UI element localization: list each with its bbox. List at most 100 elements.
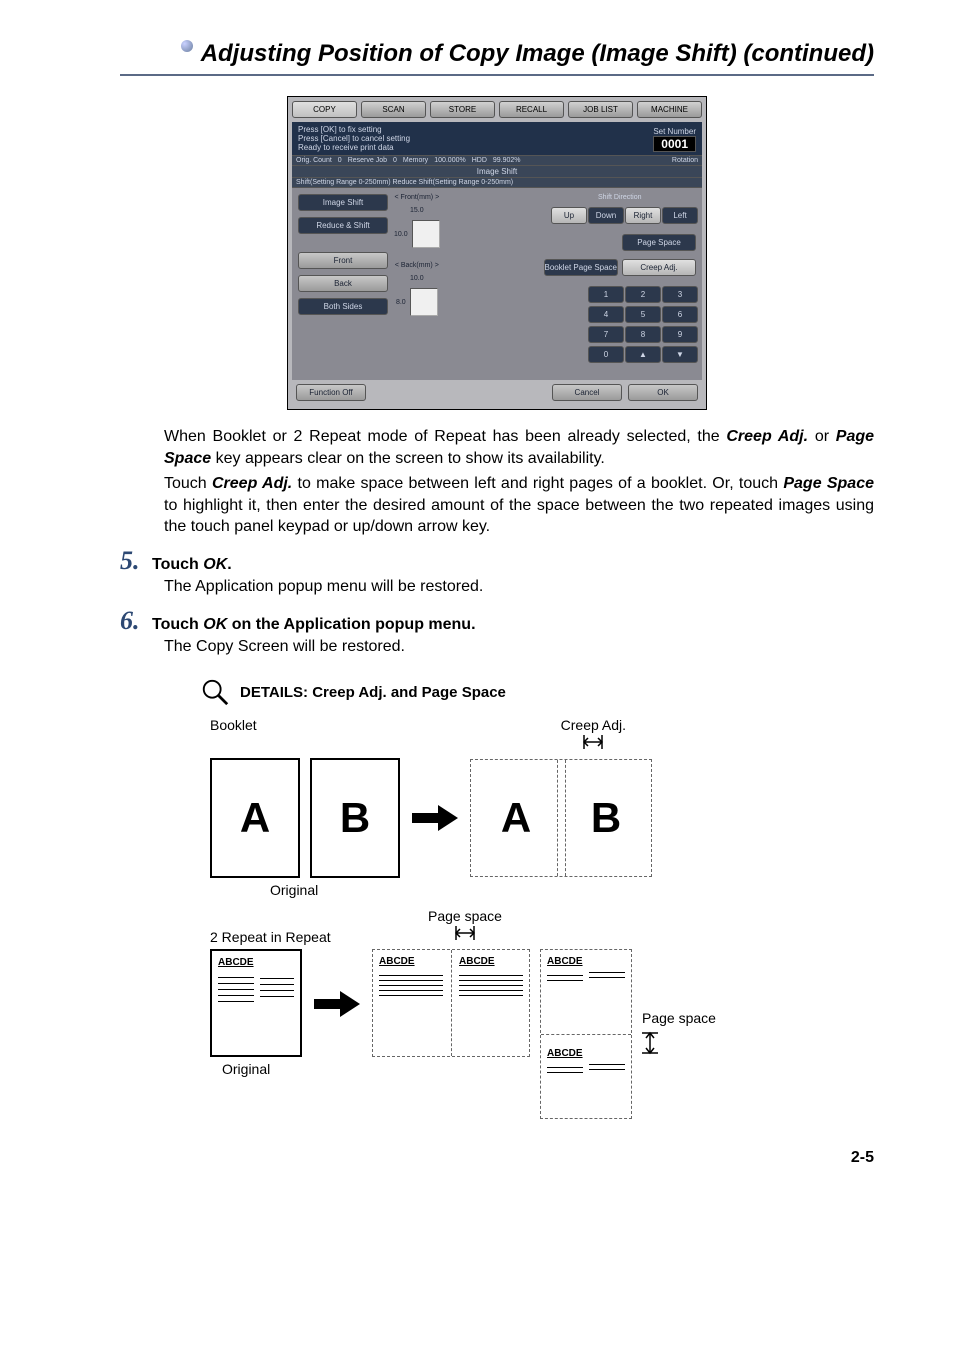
set-number-label: Set Number xyxy=(653,127,696,136)
msg-line-2: Press [Cancel] to cancel setting xyxy=(298,134,410,143)
label-2-repeat: 2 Repeat in Repeat xyxy=(210,929,380,945)
back-preview-box xyxy=(410,288,438,316)
direction-grid: Up Down Right Left xyxy=(551,207,696,224)
function-off-button[interactable]: Function Off xyxy=(296,384,366,401)
cancel-button[interactable]: Cancel xyxy=(552,384,622,401)
booklet-page-space-button[interactable]: Booklet Page Space xyxy=(544,259,619,276)
magnifier-icon xyxy=(200,677,230,707)
tab-machine[interactable]: MACHINE xyxy=(637,101,702,118)
page-space-button[interactable]: Page Space xyxy=(622,234,696,251)
key-5[interactable]: 5 xyxy=(625,306,661,323)
tab-store[interactable]: STORE xyxy=(430,101,495,118)
step-6-body: The Copy Screen will be restored. xyxy=(164,636,874,658)
step-5: 5. Touch OK. xyxy=(120,546,874,576)
front-left-value: 10.0 xyxy=(394,231,408,238)
key-4[interactable]: 4 xyxy=(588,306,624,323)
memory-label: Memory xyxy=(403,157,428,164)
bullet-icon xyxy=(181,40,193,52)
repeat-result-tall: ABCDE ABCDE xyxy=(540,949,632,1119)
ok-button[interactable]: OK xyxy=(628,384,698,401)
creep-b: B xyxy=(591,794,621,842)
key-1[interactable]: 1 xyxy=(588,286,624,303)
creep-result-box: A B xyxy=(470,759,652,877)
dir-left-button[interactable]: Left xyxy=(662,207,698,224)
both-sides-button[interactable]: Both Sides xyxy=(298,298,388,315)
arrow-right-icon-2 xyxy=(312,989,362,1019)
front-top-value: 15.0 xyxy=(410,207,424,214)
dir-up-button[interactable]: Up xyxy=(551,207,587,224)
diagram-creep-adj: Booklet Creep Adj. A B A B Original xyxy=(210,717,750,898)
rotation-label: Rotation xyxy=(672,157,698,164)
back-left-value: 8.0 xyxy=(396,299,406,306)
panel-subheading: Shift(Setting Range 0-250mm) Reduce Shif… xyxy=(292,178,702,188)
tab-scan[interactable]: SCAN xyxy=(361,101,426,118)
box-b-orig: B xyxy=(310,758,400,878)
panel-bottom: Function Off Cancel OK xyxy=(292,380,702,405)
abcde-wide-2: ABCDE xyxy=(459,956,523,967)
hdd-label: HDD xyxy=(472,157,487,164)
paragraph-2: Touch Creep Adj. to make space between l… xyxy=(164,473,874,538)
creep-adj-button[interactable]: Creep Adj. xyxy=(622,259,696,276)
page-number: 2-5 xyxy=(120,1149,874,1167)
right-col: Shift Direction Up Down Right Left Page … xyxy=(544,194,697,374)
key-0[interactable]: 0 xyxy=(588,346,624,363)
arrow-right-icon xyxy=(410,803,460,833)
key-6[interactable]: 6 xyxy=(662,306,698,323)
msg-line-1: Press [OK] to fix setting xyxy=(298,125,410,134)
shift-direction-label: Shift Direction xyxy=(544,194,697,201)
key-9[interactable]: 9 xyxy=(662,326,698,343)
reduce-shift-button[interactable]: Reduce & Shift xyxy=(298,217,388,234)
tab-joblist[interactable]: JOB LIST xyxy=(568,101,633,118)
orig-count-label: Orig. Count xyxy=(296,157,332,164)
label-original-1: Original xyxy=(270,882,750,898)
key-8[interactable]: 8 xyxy=(625,326,661,343)
abcde-orig: ABCDE xyxy=(218,957,254,968)
back-button[interactable]: Back xyxy=(298,275,388,292)
tab-recall[interactable]: RECALL xyxy=(499,101,564,118)
set-number-value: 0001 xyxy=(653,136,696,152)
label-page-space-side: Page space xyxy=(642,1010,716,1026)
page-title: Adjusting Position of Copy Image (Image … xyxy=(201,40,874,68)
dir-right-button[interactable]: Right xyxy=(625,207,661,224)
box-a-orig: A xyxy=(210,758,300,878)
tab-copy[interactable]: COPY xyxy=(292,101,357,118)
front-mm-label: < Front(mm) > xyxy=(394,194,439,201)
term-creep-adj: Creep Adj. xyxy=(726,428,808,445)
reserve-value: 0 xyxy=(393,157,397,164)
step-6-number: 6. xyxy=(120,606,152,636)
key-2[interactable]: 2 xyxy=(625,286,661,303)
key-up[interactable]: ▲ xyxy=(625,346,661,363)
front-button[interactable]: Front xyxy=(298,252,388,269)
abcde-tall-1: ABCDE xyxy=(547,956,583,967)
label-booklet: Booklet xyxy=(210,717,257,754)
key-down[interactable]: ▼ xyxy=(662,346,698,363)
image-shift-button[interactable]: Image Shift xyxy=(298,194,388,211)
step-5-body: The Application popup menu will be resto… xyxy=(164,576,874,598)
back-top-value: 10.0 xyxy=(410,275,424,282)
key-3[interactable]: 3 xyxy=(662,286,698,303)
creep-a: A xyxy=(501,794,531,842)
label-original-2: Original xyxy=(222,1061,302,1077)
step-6: 6. Touch OK on the Application popup men… xyxy=(120,606,874,636)
label-page-space: Page space xyxy=(428,908,502,924)
back-mm-label: < Back(mm) > xyxy=(395,262,439,269)
front-preview-box xyxy=(412,220,440,248)
title-bar: Adjusting Position of Copy Image (Image … xyxy=(120,40,874,76)
orig-count-value: 0 xyxy=(338,157,342,164)
dim-arrow-vert-icon xyxy=(642,1030,716,1059)
left-col: Image Shift Reduce & Shift Front Back Bo… xyxy=(298,194,388,374)
step-5-number: 5. xyxy=(120,546,152,576)
message-bar: Press [OK] to fix setting Press [Cancel]… xyxy=(292,122,702,155)
status-row: Orig. Count 0 Reserve Job 0 Memory 100.0… xyxy=(292,155,702,166)
numpad: 1 2 3 4 5 6 7 8 9 0 ▲ ▼ xyxy=(588,286,696,363)
abcde-tall-2: ABCDE xyxy=(547,1048,583,1059)
memory-value: 100.000% xyxy=(434,157,466,164)
dir-down-button[interactable]: Down xyxy=(588,207,624,224)
reserve-label: Reserve Job xyxy=(348,157,387,164)
hdd-value: 99.902% xyxy=(493,157,521,164)
key-7[interactable]: 7 xyxy=(588,326,624,343)
step-5-heading: Touch OK. xyxy=(152,556,232,573)
tab-row: COPY SCAN STORE RECALL JOB LIST MACHINE xyxy=(292,101,702,118)
step-6-heading: Touch OK on the Application popup menu. xyxy=(152,616,476,633)
paragraph-1: When Booklet or 2 Repeat mode of Repeat … xyxy=(164,426,874,469)
